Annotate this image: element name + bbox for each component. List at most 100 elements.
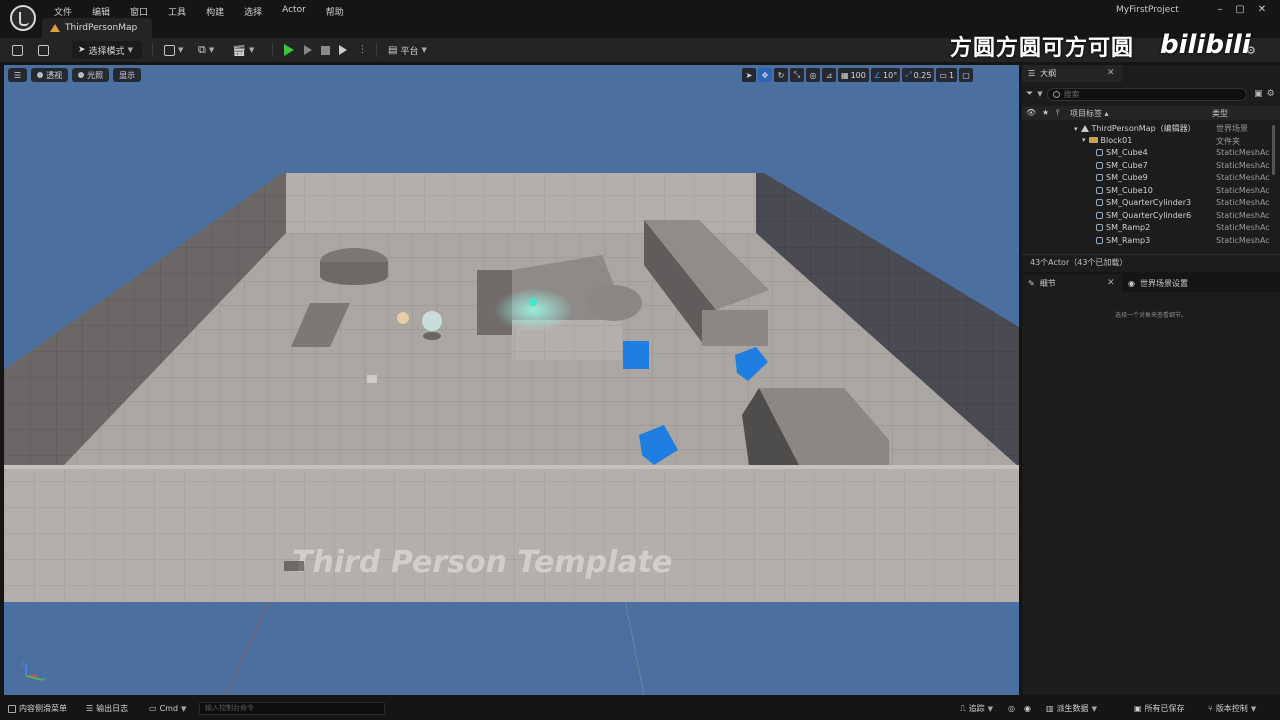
camera-speed-button[interactable]: ▭ 1: [936, 68, 958, 82]
row-label: SM_QuarterCylinder6: [1106, 210, 1192, 220]
perspective-button[interactable]: 透视: [31, 68, 69, 82]
filter-icon[interactable]: ⏷: [1026, 89, 1033, 99]
add-folder-icon[interactable]: ▣: [1254, 89, 1263, 99]
play-button[interactable]: [284, 41, 294, 59]
play-options-button[interactable]: ⋮: [358, 41, 367, 59]
unreal-logo-icon[interactable]: [10, 5, 36, 31]
console-command-input[interactable]: 输入控制台命令: [199, 702, 385, 715]
toolbar-divider: [272, 43, 273, 57]
outliner-search-input[interactable]: 搜索: [1046, 87, 1247, 101]
save-all-button[interactable]: ▣ 所有已保存: [1134, 702, 1185, 715]
close-outliner-icon[interactable]: ✕: [1107, 68, 1115, 78]
tab-world-settings[interactable]: ◉ 世界场景设置: [1122, 274, 1188, 292]
row-type: StaticMeshAc: [1216, 198, 1270, 207]
expand-arrow-icon[interactable]: ▾: [1074, 125, 1078, 133]
minimize-icon[interactable]: –: [1212, 3, 1228, 17]
project-name: MyFirstProject: [1116, 5, 1179, 15]
row-type: 文件夹: [1216, 136, 1240, 146]
menu-help[interactable]: 帮助: [316, 3, 354, 20]
visibility-icon[interactable]: 👁︎: [1026, 108, 1036, 117]
trace-dropdown[interactable]: ⎍ 追踪 ▼: [960, 702, 993, 715]
grid-snap-button[interactable]: ▦ 100: [838, 68, 869, 82]
chevron-down-icon[interactable]: ▼: [1037, 90, 1042, 98]
column-type-header[interactable]: 类型: [1212, 108, 1228, 119]
tree-row[interactable]: SM_Cube10 StaticMeshAc: [1022, 185, 1280, 198]
maximize-viewport-button[interactable]: ▢: [959, 68, 974, 82]
level-viewport[interactable]: Third Person Template ☰ 透视 光照 显示 ➤ ✥ ↻ ⤡…: [4, 65, 1019, 695]
outliner-tab-label: 大纲: [1040, 69, 1057, 78]
show-button[interactable]: 显示: [113, 68, 142, 82]
scale-snap-button[interactable]: ⤢ 0.25: [902, 68, 935, 82]
step-icon: [304, 45, 312, 55]
details-panel: ✎ 细节 ✕ ◉ 世界场景设置 选择一个对象来查看细节。: [1022, 274, 1280, 695]
translate-tool-button[interactable]: ✥: [758, 68, 772, 82]
derived-data-button[interactable]: ▥ 派生数据 ▼: [1046, 702, 1097, 715]
tree-row[interactable]: ▾ ThirdPersonMap（编辑器） 世界场景: [1022, 122, 1280, 135]
tree-row[interactable]: SM_QuarterCylinder3 StaticMeshAc: [1022, 197, 1280, 210]
rotation-snap-value: 10°: [883, 70, 898, 80]
menu-actor[interactable]: Actor: [272, 3, 316, 20]
menu-tools[interactable]: 工具: [158, 3, 196, 20]
rotation-snap-button[interactable]: ∠ 10°: [870, 68, 901, 82]
play-mode-button[interactable]: [339, 41, 347, 59]
uploader-watermark: 方圆方圆可方可圆: [950, 36, 1135, 61]
outliner-scrollbar[interactable]: [1272, 125, 1275, 175]
lighting-button[interactable]: 光照: [72, 68, 110, 82]
outliner-settings-icon[interactable]: ⚙: [1267, 89, 1275, 99]
tree-row[interactable]: SM_Cube9 StaticMeshAc: [1022, 172, 1280, 185]
expand-arrow-icon[interactable]: ▾: [1082, 136, 1086, 144]
row-type: StaticMeshAc: [1216, 185, 1270, 195]
tree-row[interactable]: SM_Ramp2 StaticMeshAc: [1022, 222, 1280, 235]
rotate-tool-button[interactable]: ↻: [774, 68, 788, 82]
cache-status-button[interactable]: ◎: [1008, 702, 1015, 715]
content-drawer-button[interactable]: 内容侧滑菜单: [8, 702, 67, 715]
content-browser-icon: [38, 44, 49, 56]
menu-select[interactable]: 选择: [234, 3, 272, 20]
tree-row[interactable]: SM_Ramp3 StaticMeshAc: [1022, 235, 1280, 248]
close-details-icon[interactable]: ✕: [1107, 278, 1115, 288]
menu-build[interactable]: 构建: [196, 3, 234, 20]
tree-row[interactable]: SM_QuarterCylinder6 StaticMeshAc: [1022, 210, 1280, 223]
platforms-dropdown[interactable]: ▤ 平台 ▼: [388, 41, 427, 59]
column-label-header[interactable]: 项目标签 ▴: [1070, 108, 1109, 119]
lighting-label: 光照: [87, 70, 104, 80]
favorite-icon[interactable]: ★: [1042, 108, 1049, 117]
save-all-label: 所有已保存: [1144, 704, 1185, 713]
save-button[interactable]: [12, 41, 23, 59]
close-window-icon[interactable]: ✕: [1254, 3, 1270, 17]
surface-snap-button[interactable]: ⊿: [822, 68, 836, 82]
perspective-icon: [37, 72, 44, 78]
cache-settings-button[interactable]: ◉: [1024, 702, 1031, 715]
blueprint-button[interactable]: ⧉ ▼: [198, 41, 214, 59]
add-actor-button[interactable]: ▼: [164, 41, 183, 59]
content-browser-button[interactable]: [38, 41, 49, 59]
cache-settings-icon: ◉: [1024, 704, 1031, 713]
tree-row[interactable]: SM_Cube4 StaticMeshAc: [1022, 147, 1280, 160]
derived-data-icon: ▥: [1046, 704, 1054, 713]
scene-render[interactable]: Third Person Template: [4, 65, 1019, 695]
row-type: StaticMeshAc: [1216, 235, 1270, 245]
map-icon: [1080, 125, 1089, 132]
row-label: SM_Cube9: [1106, 173, 1148, 182]
tree-row[interactable]: ▾ Block01 文件夹: [1022, 135, 1280, 148]
select-tool-button[interactable]: ➤: [742, 68, 756, 82]
cinematics-button[interactable]: 🎬︎ ▼: [232, 41, 254, 59]
details-tab-label: 细节: [1039, 278, 1056, 288]
mode-select-dropdown[interactable]: ➤ 选择模式 ▼: [72, 41, 142, 59]
output-log-button[interactable]: ☰ 输出日志: [86, 702, 128, 715]
source-control-button[interactable]: ⑂ 版本控制 ▼: [1208, 702, 1256, 715]
viewport-menu-button[interactable]: ☰: [8, 68, 28, 82]
maximize-icon[interactable]: ▢: [1232, 3, 1248, 17]
mesh-icon: [1096, 199, 1103, 206]
stop-button[interactable]: [321, 41, 330, 59]
step-button[interactable]: [304, 41, 312, 59]
scale-tool-button[interactable]: ⤡: [790, 68, 804, 82]
tree-row[interactable]: SM_Cube7 StaticMeshAc: [1022, 160, 1280, 173]
mesh-icon: [1096, 211, 1103, 219]
pin-icon[interactable]: ⫯: [1056, 108, 1059, 118]
trace-label: 追踪: [968, 704, 985, 713]
coordinate-space-button[interactable]: ◎: [806, 68, 820, 82]
cmd-dropdown[interactable]: ▭ Cmd ▼: [149, 702, 186, 715]
platforms-icon: ▤: [388, 44, 398, 56]
tab-third-person-map[interactable]: ThirdPersonMap: [42, 18, 152, 38]
